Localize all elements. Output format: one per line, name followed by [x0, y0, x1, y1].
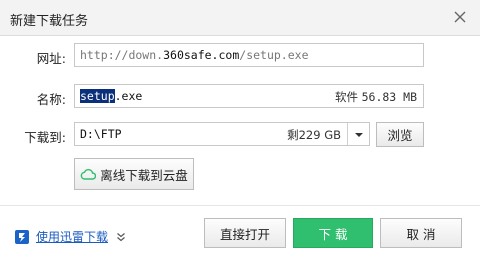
new-download-dialog: 新建下载任务 网址: http://down.360safe.com/setup… — [0, 0, 480, 264]
url-field[interactable]: http://down.360safe.com/setup.exe — [74, 43, 424, 67]
file-size-info: 软件 56.83 MB — [334, 90, 417, 104]
browse-button[interactable]: 浏览 — [376, 122, 424, 147]
url-text: http://down.360safe.com/setup.exe — [80, 48, 309, 62]
open-directly-label: 直接打开 — [219, 226, 270, 242]
title-bar: 新建下载任务 — [0, 0, 480, 36]
download-label: 下 载 — [318, 226, 348, 242]
thunder-icon — [14, 229, 30, 245]
save-path-text: D:\FTP — [80, 127, 122, 141]
url-label: 网址: — [36, 51, 66, 66]
close-icon[interactable] — [452, 9, 468, 25]
download-button[interactable]: 下 载 — [293, 218, 373, 248]
footer-divider — [0, 205, 480, 206]
thunder-link[interactable]: 使用迅雷下载 — [36, 228, 108, 245]
path-dropdown-button[interactable] — [347, 123, 369, 145]
saveto-label: 下载到: — [24, 130, 66, 145]
double-chevron-down-icon[interactable] — [116, 232, 126, 242]
filename-selection: setup — [80, 89, 115, 103]
browse-button-label: 浏览 — [387, 128, 413, 143]
cloud-button-label: 离线下载到云盘 — [100, 167, 188, 183]
filename-field[interactable]: setup.exe 软件 56.83 MB — [74, 84, 424, 108]
name-label: 名称: — [36, 92, 66, 107]
save-path-field[interactable]: D:\FTP 剩229 GB — [74, 122, 370, 146]
chevron-down-icon — [354, 127, 364, 141]
filename-text: setup.exe — [80, 89, 143, 103]
cloud-icon — [80, 168, 97, 180]
open-directly-button[interactable]: 直接打开 — [204, 218, 286, 248]
use-thunder-download[interactable]: 使用迅雷下载 — [14, 228, 126, 245]
cancel-label: 取 消 — [406, 226, 436, 242]
free-space-text: 剩229 GB — [287, 128, 341, 142]
cancel-button[interactable]: 取 消 — [380, 218, 462, 248]
dialog-title: 新建下载任务 — [10, 14, 89, 29]
cloud-offline-download-button[interactable]: 离线下载到云盘 — [74, 158, 194, 190]
